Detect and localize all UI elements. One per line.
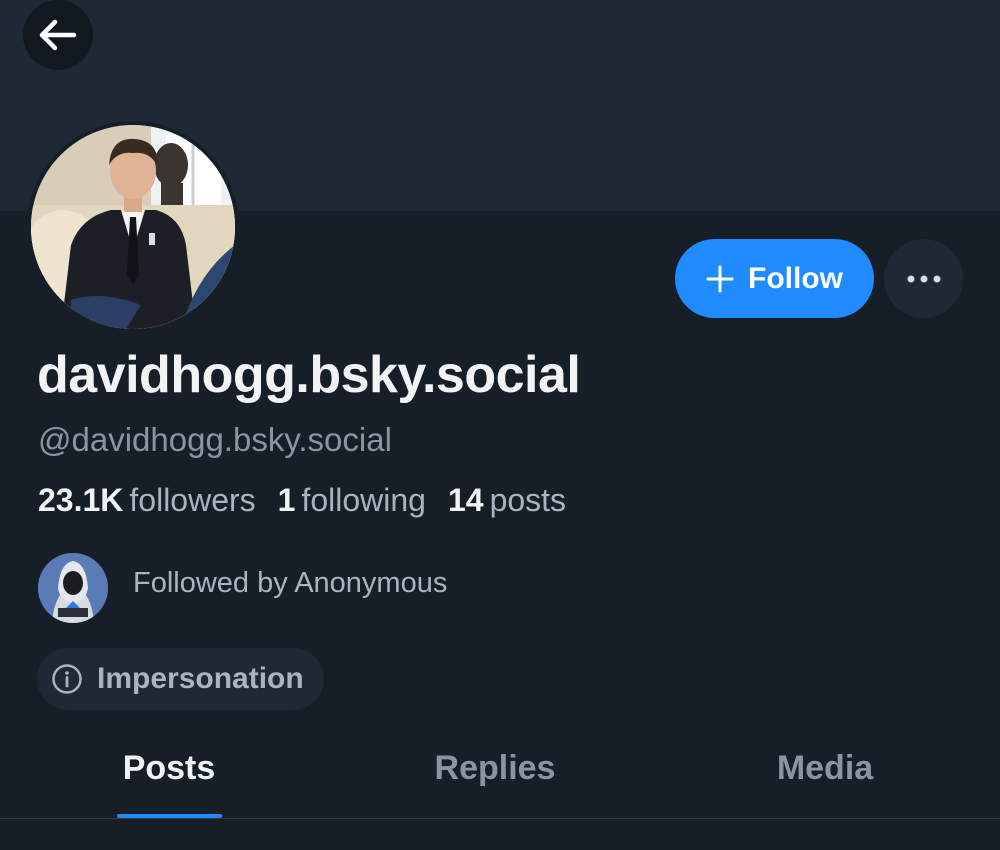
follow-button-label: Follow (748, 261, 843, 295)
display-name: davidhogg.bsky.social (37, 346, 581, 404)
plus-icon (706, 265, 734, 292)
back-button[interactable] (23, 0, 93, 70)
info-icon (52, 664, 82, 694)
more-options-button[interactable] (884, 239, 963, 318)
profile-handle: @davidhogg.bsky.social (38, 421, 392, 458)
tab-posts[interactable]: Posts (110, 718, 228, 818)
profile-page: Follow davidhogg.bsky.social @davidhogg.… (0, 0, 1000, 850)
tab-replies[interactable]: Replies (420, 718, 570, 818)
following-stat[interactable]: 1 following (278, 482, 426, 519)
following-label: following (301, 482, 426, 518)
arrow-left-icon (39, 19, 77, 51)
follow-button[interactable]: Follow (675, 239, 874, 318)
profile-stats: 23.1K followers 1 following 14 posts (38, 482, 566, 519)
profile-avatar[interactable] (27, 121, 239, 333)
profile-tabs: Posts Replies Media (0, 718, 1000, 819)
followers-count: 23.1K (38, 482, 124, 518)
followers-label: followers (129, 482, 256, 518)
following-count: 1 (277, 482, 296, 518)
impersonation-label[interactable]: Impersonation (37, 648, 324, 710)
followed-by-text[interactable]: Followed by Anonymous (133, 567, 447, 600)
tab-media[interactable]: Media (760, 718, 890, 818)
follower-avatar[interactable] (38, 553, 108, 623)
posts-stat: 14 posts (448, 482, 566, 519)
ellipsis-icon (907, 275, 940, 282)
impersonation-label-text: Impersonation (97, 662, 304, 695)
active-tab-indicator (117, 814, 222, 818)
posts-label: posts (489, 482, 567, 518)
posts-count: 14 (447, 482, 484, 518)
followers-stat[interactable]: 23.1K followers (38, 482, 256, 519)
